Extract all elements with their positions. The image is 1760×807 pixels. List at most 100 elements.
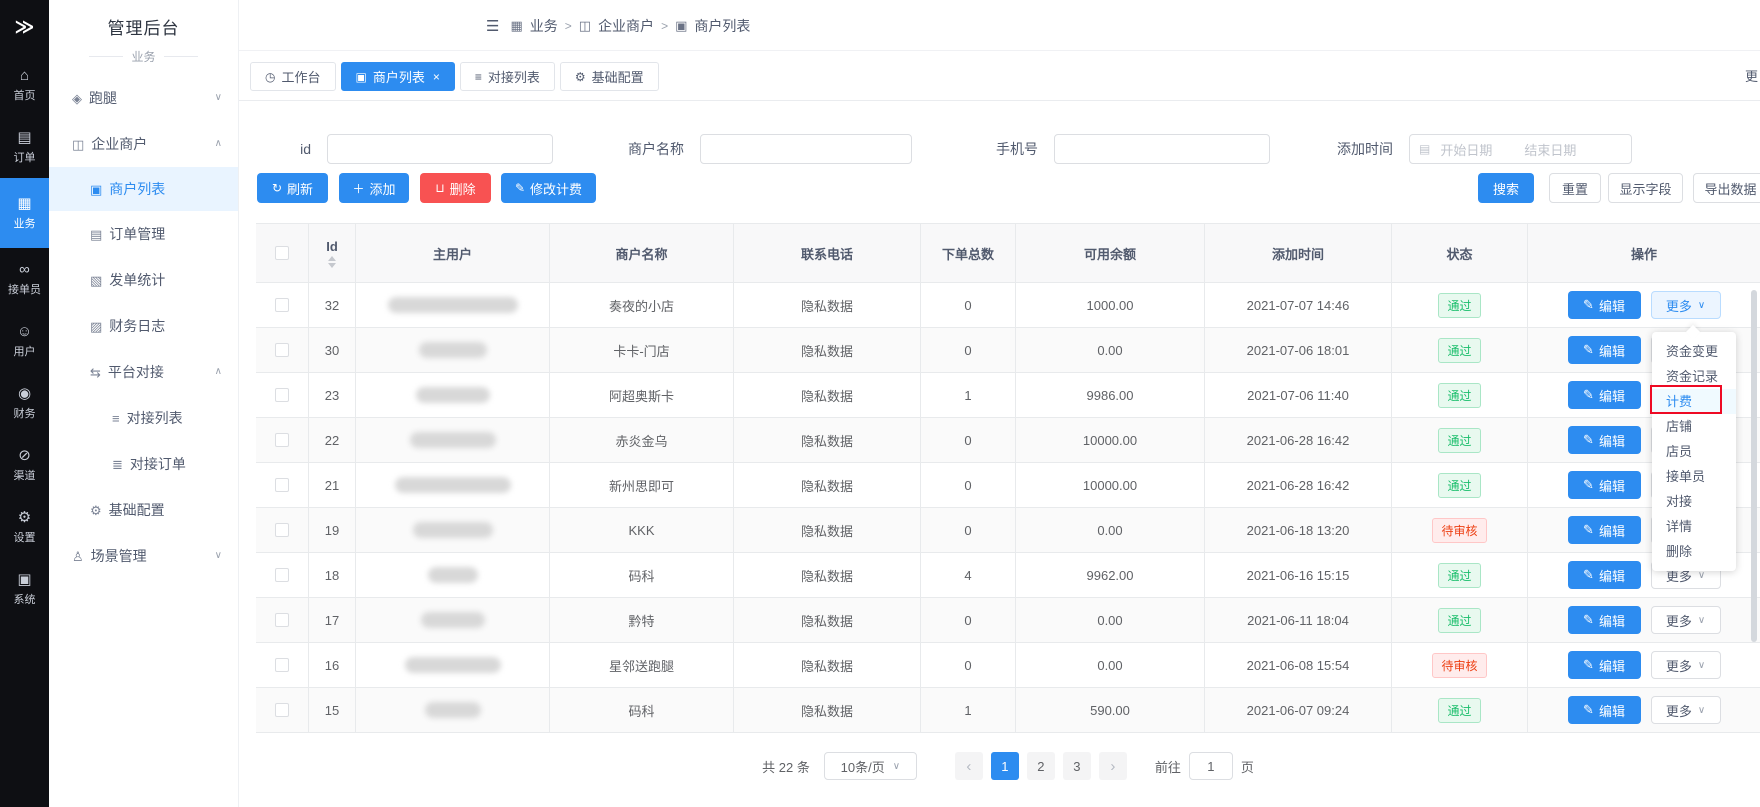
row-checkbox[interactable] bbox=[275, 388, 289, 402]
action-导出数据-button[interactable]: 导出数据 bbox=[1693, 173, 1760, 203]
rail-item-用户[interactable]: ☺用户 bbox=[0, 310, 49, 372]
tabs-more-button[interactable]: 更多 bbox=[1745, 62, 1760, 91]
sidebar-item-财务日志[interactable]: ▨财务日志 bbox=[49, 303, 238, 349]
row-checkbox[interactable] bbox=[275, 613, 289, 627]
filter-name-input[interactable] bbox=[700, 134, 912, 164]
row-main-user-cell bbox=[356, 328, 550, 372]
menu-item-店员[interactable]: 店员 bbox=[1652, 439, 1736, 464]
row-checkbox[interactable] bbox=[275, 433, 289, 447]
sidebar-collapse-icon[interactable]: ☰ bbox=[486, 17, 499, 35]
more-button[interactable]: 更多∨ bbox=[1651, 651, 1721, 679]
sidebar-item-场景管理[interactable]: ♙场景管理∨ bbox=[49, 533, 238, 579]
tab-工作台[interactable]: ◷工作台 bbox=[250, 62, 336, 91]
sidebar-item-基础配置[interactable]: ⚙基础配置 bbox=[49, 487, 238, 533]
edit-button[interactable]: ✎编辑 bbox=[1568, 291, 1641, 319]
edit-button[interactable]: ✎编辑 bbox=[1568, 426, 1641, 454]
menu-item-接单员[interactable]: 接单员 bbox=[1652, 464, 1736, 489]
filter-id-input[interactable] bbox=[327, 134, 553, 164]
sidebar-item-平台对接[interactable]: ⇆平台对接∧ bbox=[49, 349, 238, 395]
phone-privacy-label: 隐私数据 bbox=[801, 566, 853, 585]
more-button[interactable]: 更多∨ bbox=[1651, 696, 1721, 724]
row-checkbox[interactable] bbox=[275, 343, 289, 357]
breadcrumb-item[interactable]: 商户列表 bbox=[694, 16, 750, 36]
sidebar-item-发单统计[interactable]: ▧发单统计 bbox=[49, 257, 238, 303]
app-logo-icon[interactable]: ≫ bbox=[0, 0, 49, 54]
rail-item-财务[interactable]: ◉财务 bbox=[0, 372, 49, 434]
more-button[interactable]: 更多∨ bbox=[1651, 606, 1721, 634]
edit-button[interactable]: ✎编辑 bbox=[1568, 651, 1641, 679]
edit-button[interactable]: ✎编辑 bbox=[1568, 381, 1641, 409]
sidebar-item-对接列表[interactable]: ≡对接列表 bbox=[49, 395, 238, 441]
row-checkbox[interactable] bbox=[275, 298, 289, 312]
edit-button[interactable]: ✎编辑 bbox=[1568, 606, 1641, 634]
menu-item-计费[interactable]: 计费 bbox=[1652, 389, 1736, 414]
tab-对接列表[interactable]: ≡对接列表 bbox=[460, 62, 555, 91]
sidebar-item-企业商户[interactable]: ◫企业商户∧ bbox=[49, 121, 238, 167]
more-button[interactable]: 更多∨ bbox=[1651, 291, 1721, 319]
sidebar-item-对接订单[interactable]: ≣对接订单 bbox=[49, 441, 238, 487]
sort-carets-icon[interactable] bbox=[328, 256, 336, 268]
rail-item-系统[interactable]: ▣系统 bbox=[0, 558, 49, 620]
sidebar-item-商户列表[interactable]: ▣商户列表 bbox=[49, 167, 238, 211]
breadcrumb-item[interactable]: 业务 bbox=[530, 16, 558, 36]
breadcrumb-item[interactable]: 企业商户 bbox=[598, 16, 654, 36]
row-checkbox[interactable] bbox=[275, 658, 289, 672]
sort-asc-icon[interactable] bbox=[328, 256, 336, 261]
sidebar-item-跑腿[interactable]: ◈跑腿∨ bbox=[49, 75, 238, 121]
rail-item-设置[interactable]: ⚙设置 bbox=[0, 496, 49, 558]
balance: 0.00 bbox=[1097, 523, 1122, 538]
sort-desc-icon[interactable] bbox=[328, 263, 336, 268]
sidebar-item-订单管理[interactable]: ▤订单管理 bbox=[49, 211, 238, 257]
header-cell-主用户: 主用户 bbox=[356, 224, 550, 282]
menu-item-店铺[interactable]: 店铺 bbox=[1652, 414, 1736, 439]
select-all-checkbox[interactable] bbox=[275, 246, 289, 260]
action-重置-button[interactable]: 重置 bbox=[1549, 173, 1601, 203]
page-button-3[interactable]: 3 bbox=[1063, 752, 1091, 780]
button-label: 添加 bbox=[370, 179, 396, 198]
header-id-sort[interactable]: Id bbox=[326, 239, 338, 268]
toolbar-删除-button[interactable]: ⊔删除 bbox=[420, 173, 491, 203]
row-main-user-cell bbox=[356, 508, 550, 552]
page-button-1[interactable]: 1 bbox=[991, 752, 1019, 780]
tab-label: 商户列表 bbox=[373, 67, 425, 86]
action-显示字段-button[interactable]: 显示字段 bbox=[1608, 173, 1683, 203]
row-merchant-name-cell: 卡卡-门店 bbox=[550, 328, 734, 372]
edit-button[interactable]: ✎编辑 bbox=[1568, 696, 1641, 724]
menu-item-删除[interactable]: 删除 bbox=[1652, 539, 1736, 564]
vertical-scrollbar[interactable] bbox=[1751, 290, 1757, 642]
filter-phone-input[interactable] bbox=[1054, 134, 1270, 164]
close-icon[interactable]: × bbox=[433, 70, 440, 84]
date-range-picker[interactable]: ▤ 开始日期 结束日期 bbox=[1409, 134, 1632, 164]
edit-button[interactable]: ✎编辑 bbox=[1568, 561, 1641, 589]
edit-button[interactable]: ✎编辑 bbox=[1568, 516, 1641, 544]
tab-商户列表[interactable]: ▣商户列表× bbox=[341, 62, 455, 91]
prev-page-button[interactable]: ‹ bbox=[955, 752, 983, 780]
menu-item-资金变更[interactable]: 资金变更 bbox=[1652, 339, 1736, 364]
row-checkbox[interactable] bbox=[275, 523, 289, 537]
row-checkbox[interactable] bbox=[275, 568, 289, 582]
menu-item-详情[interactable]: 详情 bbox=[1652, 514, 1736, 539]
row-checkbox[interactable] bbox=[275, 703, 289, 717]
rail-item-label: 渠道 bbox=[14, 467, 36, 483]
edit-button[interactable]: ✎编辑 bbox=[1568, 336, 1641, 364]
page-button-2[interactable]: 2 bbox=[1027, 752, 1055, 780]
goto-page-input[interactable] bbox=[1189, 752, 1233, 780]
action-搜索-button[interactable]: 搜索 bbox=[1478, 173, 1534, 203]
list-card-icon: ▣ bbox=[675, 18, 687, 34]
row-checkbox[interactable] bbox=[275, 478, 289, 492]
menu-item-资金记录[interactable]: 资金记录 bbox=[1652, 364, 1736, 389]
rail-item-业务[interactable]: ▦业务 bbox=[0, 178, 49, 248]
page-size-select[interactable]: 10条/页 ∨ bbox=[824, 752, 917, 780]
tab-基础配置[interactable]: ⚙基础配置 bbox=[560, 62, 659, 91]
toolbar-添加-button[interactable]: ＋添加 bbox=[339, 173, 409, 203]
rail-item-接单员[interactable]: ∞接单员 bbox=[0, 248, 49, 310]
toolbar-修改计费-button[interactable]: ✎修改计费 bbox=[501, 173, 596, 203]
toolbar-刷新-button[interactable]: ↻刷新 bbox=[257, 173, 328, 203]
menu-item-对接[interactable]: 对接 bbox=[1652, 489, 1736, 514]
status-badge: 待审核 bbox=[1432, 653, 1486, 678]
rail-item-渠道[interactable]: ⊘渠道 bbox=[0, 434, 49, 496]
edit-button[interactable]: ✎编辑 bbox=[1568, 471, 1641, 499]
rail-item-订单[interactable]: ▤订单 bbox=[0, 116, 49, 178]
rail-item-首页[interactable]: ⌂首页 bbox=[0, 54, 49, 116]
next-page-button[interactable]: › bbox=[1099, 752, 1127, 780]
